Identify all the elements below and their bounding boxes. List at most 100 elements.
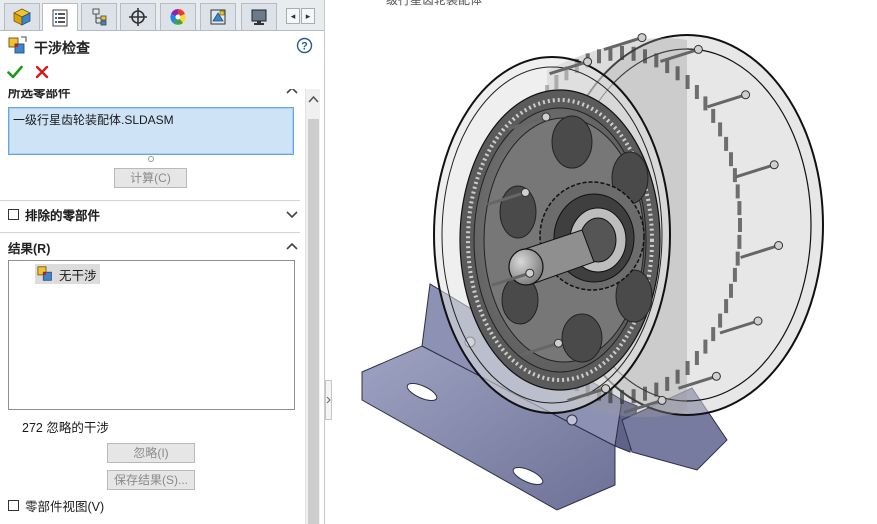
configuration-icon <box>92 8 107 26</box>
bolt-head <box>520 188 530 197</box>
svg-text:?: ? <box>301 40 308 52</box>
ring-gear-tooth <box>685 75 690 89</box>
ok-button[interactable] <box>7 64 23 80</box>
results-heading-label: 结果(R) <box>8 242 51 256</box>
dimxpert-tab[interactable] <box>120 3 156 30</box>
excluded-components-heading[interactable]: 排除的零部件 <box>8 206 300 223</box>
bolt-head <box>525 268 535 278</box>
ring-gear-tooth <box>597 49 601 64</box>
bolt-head <box>741 90 751 100</box>
selected-components-heading[interactable]: 所选零部件 <box>8 89 300 100</box>
ring-gear-tooth <box>694 85 699 99</box>
ring-gear-tooth <box>735 251 740 266</box>
ring-gear-tooth <box>675 66 680 81</box>
cam-icon <box>210 9 226 25</box>
color-wheel-icon <box>170 9 186 25</box>
display-icon <box>251 9 267 25</box>
gear-assembly-model[interactable] <box>332 0 877 524</box>
selected-components-list[interactable]: 一级行星齿轮装配体.SLDASM <box>8 107 294 155</box>
ring-gear-tooth <box>654 382 659 397</box>
component-view-option[interactable]: 零部件视图(V) <box>8 497 105 514</box>
part-cube-icon <box>13 8 31 26</box>
ring-gear-tooth <box>711 108 716 123</box>
bolt-head <box>553 338 563 348</box>
selected-component-item[interactable]: 一级行星齿轮装配体.SLDASM <box>13 111 289 128</box>
excluded-components-label: 排除的零部件 <box>25 208 101 223</box>
component-view-checkbox[interactable] <box>8 499 19 511</box>
save-results-button[interactable]: 保存结果(S)... <box>107 470 195 490</box>
ring-gear-tooth <box>643 386 647 401</box>
scroll-up-icon[interactable] <box>308 94 319 104</box>
display-tab[interactable] <box>241 3 277 30</box>
interference-result-icon <box>37 266 52 281</box>
bolt-head <box>774 241 784 250</box>
crosshair-icon <box>129 8 147 26</box>
bolt-head <box>693 44 703 54</box>
group-divider <box>0 232 300 233</box>
cam-tab[interactable] <box>200 3 236 30</box>
list-resize-grip-icon[interactable] <box>148 156 154 162</box>
excluded-components-checkbox[interactable] <box>8 208 19 220</box>
ring-gear-tooth <box>735 184 740 199</box>
component-view-label: 零部件视图(V) <box>25 499 105 514</box>
ring-gear-tooth <box>711 327 716 342</box>
chevron-down-icon[interactable] <box>286 210 298 220</box>
scrollbar-thumb[interactable] <box>308 119 319 524</box>
tab-scroll-right-icon[interactable]: ▸ <box>301 8 315 24</box>
panel-scrollbar[interactable] <box>305 89 320 524</box>
ignored-interference-count: 272 忽略的干涉 <box>22 421 109 435</box>
results-heading[interactable]: 结果(R) <box>8 238 300 256</box>
results-list[interactable]: 无干涉 <box>8 260 295 410</box>
ring-gear-tooth <box>724 136 729 151</box>
ring-gear-tooth <box>631 46 636 61</box>
graphics-area[interactable]: 一级行星齿轮装配体 <box>332 0 877 524</box>
ring-gear-tooth <box>620 390 624 404</box>
ring-gear-tooth <box>685 361 690 375</box>
ring-gear-tooth <box>718 122 723 137</box>
ring-gear-tooth <box>654 53 659 68</box>
selected-components-heading-label: 所选零部件 <box>8 89 71 100</box>
ring-gear-tooth <box>703 96 708 111</box>
cancel-button[interactable] <box>34 64 50 80</box>
ring-gear-tooth <box>732 168 737 183</box>
bolt-head <box>753 316 763 326</box>
featuremanager-tab[interactable] <box>4 3 40 30</box>
chevron-up-icon[interactable] <box>286 241 298 251</box>
manager-tab-bar: ◂ ▸ <box>0 0 324 31</box>
page-title: 干涉检查 <box>34 40 90 56</box>
ring-gear-tooth <box>737 201 742 216</box>
calculate-button[interactable]: 计算(C) <box>114 168 187 188</box>
bolt-head <box>657 395 667 405</box>
interference-detection-icon <box>8 36 27 54</box>
property-manager-panel: ◂ ▸ 干涉检查 ? 所选零部件 一级行星齿轮装配体.SLDASM 计算(C) <box>0 0 325 524</box>
ring-gear-tooth <box>718 313 723 328</box>
result-item-label: 无干涉 <box>59 268 97 283</box>
panel-splitter-handle[interactable] <box>325 380 332 420</box>
ring-gear-tooth <box>729 283 733 298</box>
bolt-head <box>541 112 551 122</box>
property-list-icon <box>52 9 68 26</box>
result-item[interactable]: 无干涉 <box>35 264 100 284</box>
ring-gear-tooth <box>694 351 699 365</box>
ring-gear-tooth <box>631 389 636 404</box>
configurationmanager-tab[interactable] <box>81 3 117 30</box>
help-icon[interactable]: ? <box>296 37 313 54</box>
bolt-head <box>769 160 779 170</box>
tab-scroll-left-icon[interactable]: ◂ <box>286 8 300 24</box>
ring-gear-tooth <box>724 299 729 314</box>
ring-gear-tooth <box>620 46 624 60</box>
ring-gear-tooth <box>703 339 708 354</box>
ring-gear-tooth <box>643 49 647 64</box>
ring-gear-tooth <box>675 369 680 384</box>
ring-gear-tooth <box>665 376 670 391</box>
ignore-button[interactable]: 忽略(I) <box>107 443 195 463</box>
property-manager-scroll-area: 所选零部件 一级行星齿轮装配体.SLDASM 计算(C) 排除的零部件 结果(R… <box>0 89 305 524</box>
ring-gear-tooth <box>738 218 742 232</box>
ring-gear-tooth <box>737 234 742 249</box>
ring-gear-tooth <box>729 152 733 167</box>
appearance-tab[interactable] <box>160 3 196 30</box>
propertymanager-tab[interactable] <box>42 3 78 31</box>
bolt-head <box>637 33 647 43</box>
bolt-head <box>601 384 611 394</box>
chevron-up-icon[interactable] <box>286 89 298 95</box>
